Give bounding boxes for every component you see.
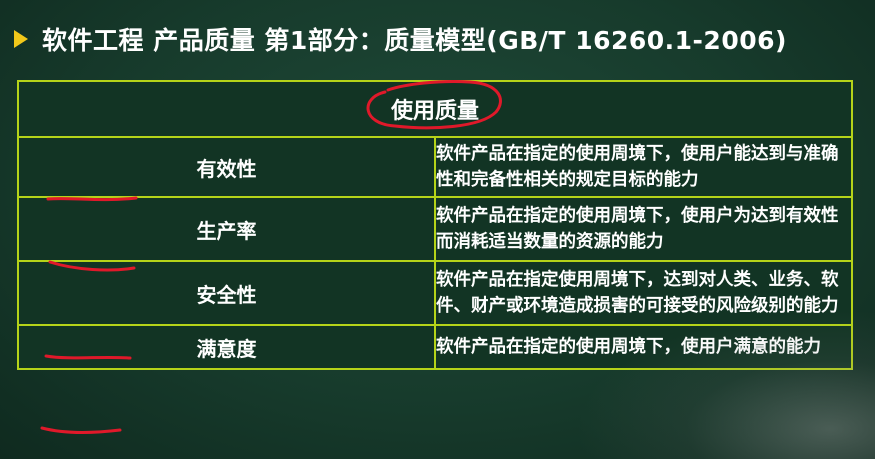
arrow-bullet-icon [14, 30, 28, 48]
table-header: 使用质量 [17, 80, 853, 138]
slide-title-row: 软件工程 产品质量 第1部分：质量模型(GB/T 16260.1-2006) [14, 22, 787, 56]
slide-title: 软件工程 产品质量 第1部分：质量模型(GB/T 16260.1-2006) [42, 26, 787, 55]
description-cell: 软件产品在指定的使用周境下，使用户满意的能力 [434, 324, 853, 370]
table-row: 安全性 软件产品在指定使用周境下，达到对人类、业务、软件、财产或环境造成损害的可… [17, 260, 853, 326]
underline-annotation-4 [40, 426, 122, 434]
table-row: 满意度 软件产品在指定的使用周境下，使用户满意的能力 [17, 324, 853, 370]
table-row: 生产率 软件产品在指定的使用周境下，使用户为达到有效性而消耗适当数量的资源的能力 [17, 196, 853, 262]
term-cell: 生产率 [17, 196, 436, 262]
description-cell: 软件产品在指定的使用周境下，使用户为达到有效性而消耗适当数量的资源的能力 [434, 196, 853, 262]
term-cell: 有效性 [17, 136, 436, 198]
term-cell: 安全性 [17, 260, 436, 326]
description-cell: 软件产品在指定使用周境下，达到对人类、业务、软件、财产或环境造成损害的可接受的风… [434, 260, 853, 326]
term-cell: 满意度 [17, 324, 436, 370]
description-cell: 软件产品在指定的使用周境下，使用户能达到与准确性和完备性相关的规定目标的能力 [434, 136, 853, 198]
table-row: 有效性 软件产品在指定的使用周境下，使用户能达到与准确性和完备性相关的规定目标的… [17, 136, 853, 198]
quality-in-use-table: 使用质量 有效性 软件产品在指定的使用周境下，使用户能达到与准确性和完备性相关的… [17, 80, 853, 370]
